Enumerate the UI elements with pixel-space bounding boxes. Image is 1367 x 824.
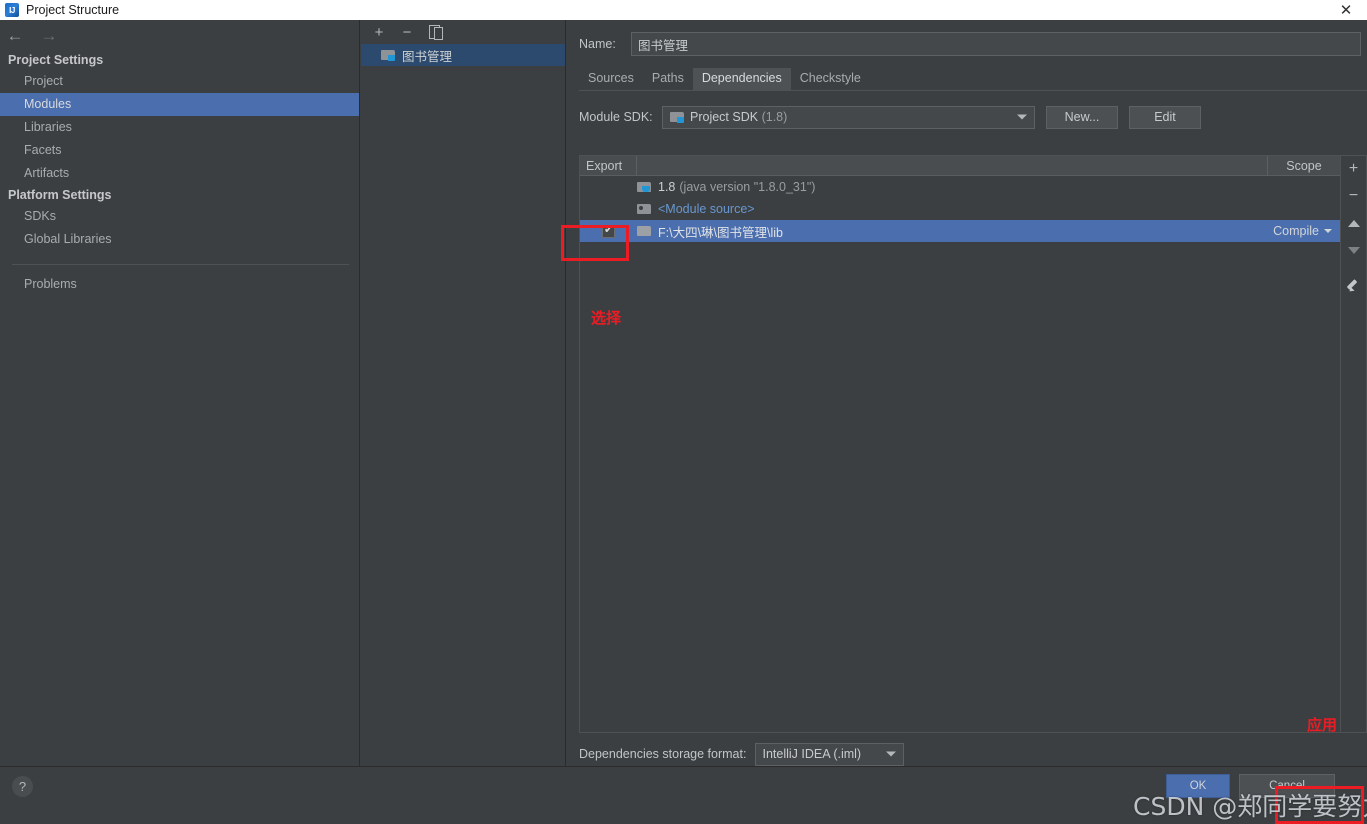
module-name-row: Name: [579,32,1361,56]
new-sdk-button[interactable]: New... [1046,105,1118,129]
name-label: Name: [579,37,616,51]
export-cell[interactable] [580,220,637,242]
close-icon[interactable]: ✕ [1331,0,1361,20]
module-name-label: 图书管理 [402,49,453,64]
module-source-icon [637,203,652,215]
window-title: Project Structure [26,3,120,17]
dependency-label-detail: (java version "1.8.0_31") [679,180,816,194]
table-row[interactable]: <Module source> [580,198,1340,220]
module-sdk-value: Project SDK (1.8) [690,110,787,124]
cancel-button[interactable]: Cancel [1239,774,1335,798]
column-header-name [637,156,1268,176]
dependencies-side-toolbar: + − [1340,156,1366,732]
sidebar-item-project[interactable]: Project [0,70,359,93]
module-sdk-label: Module SDK: [579,110,653,124]
list-item[interactable]: 图书管理 [361,44,565,66]
module-sdk-row: Module SDK: Project SDK (1.8) New... Edi… [579,105,1367,129]
sidebar-section-project-settings: Project Settings [8,53,104,67]
add-module-icon[interactable]: + [371,24,387,40]
chevron-down-icon [1324,229,1332,233]
dependencies-table-header: Export Scope [580,156,1340,176]
module-tabs: Sources Paths Dependencies Checkstyle [579,68,1367,91]
back-arrow-icon[interactable]: ← [5,27,25,44]
column-header-export[interactable]: Export [580,156,637,176]
module-folder-icon [381,49,396,61]
remove-module-icon[interactable]: − [399,24,415,40]
chevron-down-icon [1017,114,1027,120]
sidebar-nav-arrows: ← → [0,20,359,50]
module-sdk-value-version: (1.8) [761,110,788,124]
sidebar-item-sdks[interactable]: SDKs [0,205,359,228]
table-row[interactable]: 1.8 (java version "1.8.0_31") [580,176,1340,198]
edit-sdk-button[interactable]: Edit [1129,105,1201,129]
sidebar-item-global-libraries[interactable]: Global Libraries [0,228,359,251]
export-checkbox[interactable] [602,224,615,238]
export-cell [580,176,637,198]
window-title-bar: IJ Project Structure ✕ [0,0,1367,20]
modules-list-panel: + − 图书管理 [361,20,566,766]
dependencies-table: Export Scope 1.8 (java version "1.8.0_31… [579,155,1367,733]
chevron-down-icon [886,751,897,757]
storage-format-row: Dependencies storage format: IntelliJ ID… [579,742,905,766]
dependency-name: F:\大四\琳\图书管理\lib [637,222,1240,241]
sidebar-divider [12,264,349,265]
export-cell [580,198,637,220]
ok-button[interactable]: OK [1166,774,1230,798]
dependency-label-main: 1.8 [658,180,676,194]
column-header-scope[interactable]: Scope [1268,156,1340,176]
dependencies-table-main: Export Scope 1.8 (java version "1.8.0_31… [580,156,1340,732]
sdk-folder-icon [670,111,685,123]
storage-format-select[interactable]: IntelliJ IDEA (.iml) [755,742,905,766]
sidebar-item-problems[interactable]: Problems [0,273,359,296]
dialog-bottom-bar: ? OK Cancel [0,766,1367,804]
sidebar-item-artifacts[interactable]: Artifacts [0,162,359,185]
tab-paths[interactable]: Paths [643,68,693,90]
dependency-label-main: <Module source> [658,202,755,216]
table-row[interactable]: F:\大四\琳\图书管理\lib Compile [580,220,1340,242]
dependency-name: 1.8 (java version "1.8.0_31") [637,180,1240,194]
forward-arrow-icon[interactable]: → [39,27,59,44]
edit-dependency-button[interactable] [1344,276,1364,294]
sidebar-item-facets[interactable]: Facets [0,139,359,162]
storage-format-value: IntelliJ IDEA (.iml) [762,747,862,761]
name-input[interactable] [631,32,1361,56]
module-sdk-value-main: Project SDK [690,110,759,124]
intellij-logo-icon: IJ [5,3,19,17]
add-dependency-button[interactable]: + [1344,160,1364,178]
sidebar-item-modules[interactable]: Modules [0,93,359,116]
tab-dependencies[interactable]: Dependencies [692,68,791,90]
dialog-body: ← → Project Settings Project Modules Lib… [0,20,1367,824]
move-down-button[interactable] [1344,241,1364,259]
sidebar-item-libraries[interactable]: Libraries [0,116,359,139]
remove-dependency-button[interactable]: − [1344,187,1364,205]
dependency-name: <Module source> [637,202,1240,216]
move-up-button[interactable] [1344,214,1364,232]
tab-checkstyle[interactable]: Checkstyle [791,68,870,90]
copy-module-icon[interactable] [427,24,443,40]
tab-sources[interactable]: Sources [579,68,643,90]
module-settings-panel: Name: Sources Paths Dependencies Checkst… [567,20,1367,766]
sidebar-section-platform-settings: Platform Settings [8,188,112,202]
storage-format-label: Dependencies storage format: [579,747,747,761]
help-icon[interactable]: ? [12,776,33,797]
library-folder-icon [637,225,652,237]
dependency-label-main: F:\大四\琳\图书管理\lib [658,225,784,240]
dependency-scope-value: Compile [1273,224,1319,238]
dependency-scope-select[interactable]: Compile [1240,224,1340,238]
settings-sidebar: ← → Project Settings Project Modules Lib… [0,20,360,766]
modules-toolbar: + − [361,20,565,44]
module-sdk-select[interactable]: Project SDK (1.8) [662,105,1035,129]
sdk-folder-icon [637,181,652,193]
